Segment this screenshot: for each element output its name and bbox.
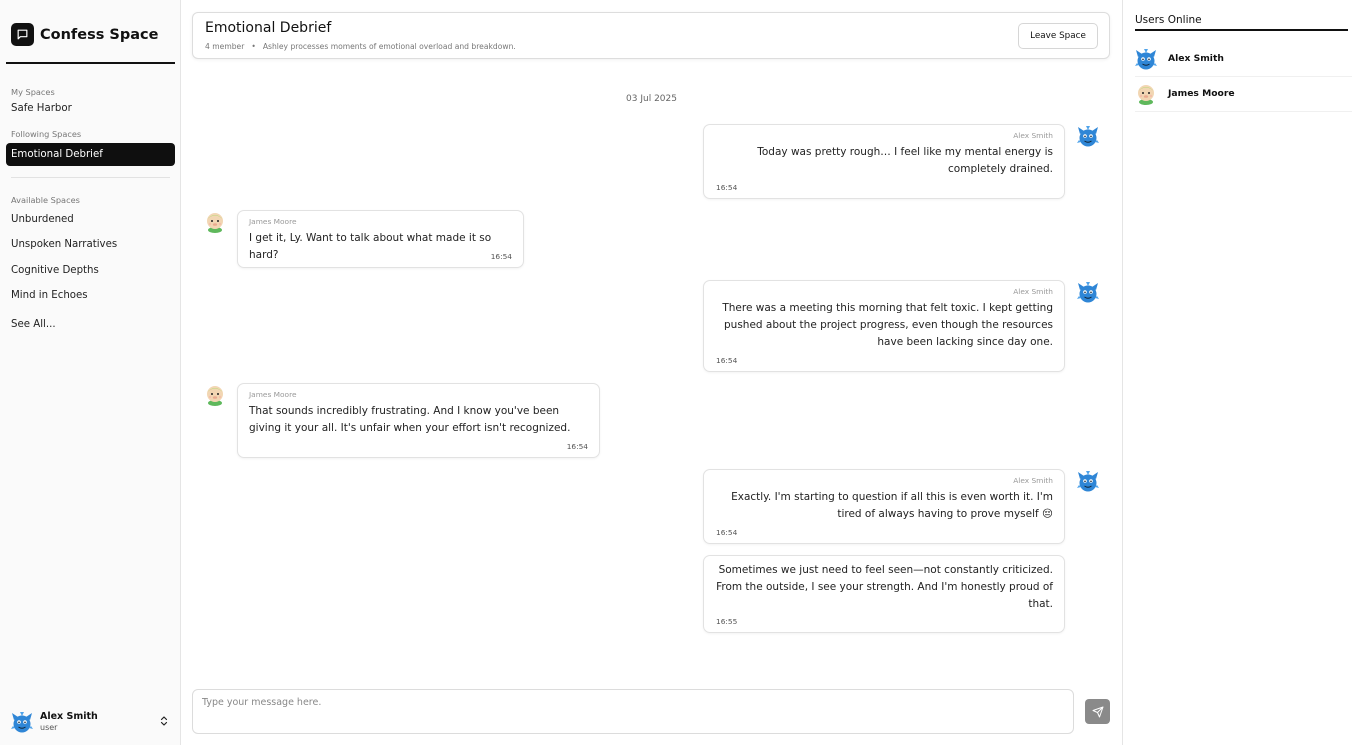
available-spaces-label: Available Spaces xyxy=(11,195,80,205)
message-sender: James Moore xyxy=(249,390,297,399)
avatar xyxy=(1077,125,1099,147)
sidebar: Confess Space My Spaces Safe Harbor Foll… xyxy=(0,0,181,745)
message-text: There was a meeting this morning that fe… xyxy=(722,302,1053,348)
brand[interactable]: Confess Space xyxy=(11,23,158,46)
message-text: That sounds incredibly frustrating. And … xyxy=(249,405,571,434)
current-user-switcher[interactable]: Alex Smith user xyxy=(11,708,171,736)
message-bubble: Alex Smith Exactly. I'm starting to ques… xyxy=(703,469,1065,544)
message-bubble: James Moore That sounds incredibly frust… xyxy=(237,383,600,458)
message-time: 16:55 xyxy=(716,617,738,626)
date-separator: 03 Jul 2025 xyxy=(626,94,677,104)
online-user-item[interactable]: James Moore xyxy=(1135,76,1352,112)
space-meta: 4 member • Ashley processes moments of emo… xyxy=(205,42,516,51)
member-count: 4 member xyxy=(205,42,245,51)
avatar xyxy=(1077,470,1099,492)
online-user-item[interactable]: Alex Smith xyxy=(1135,41,1352,77)
sidebar-item-mind-in-echoes[interactable]: Mind in Echoes xyxy=(11,290,88,301)
message-time: 16:54 xyxy=(716,528,738,537)
message-time: 16:54 xyxy=(716,183,738,192)
send-icon xyxy=(1092,706,1103,717)
leave-space-button[interactable]: Leave Space xyxy=(1018,23,1098,49)
following-spaces-label: Following Spaces xyxy=(11,129,82,139)
message-sender: James Moore xyxy=(249,217,297,226)
message-bubble: Alex Smith There was a meeting this morn… xyxy=(703,280,1065,372)
online-user-name: Alex Smith xyxy=(1168,53,1224,64)
sidebar-item-emotional-debrief[interactable]: Emotional Debrief xyxy=(6,143,175,166)
sidebar-item-unspoken-narratives[interactable]: Unspoken Narratives xyxy=(11,239,117,250)
avatar xyxy=(204,211,226,233)
users-online-title: Users Online xyxy=(1135,14,1202,26)
meta-separator: • xyxy=(251,42,256,51)
message-bubble: Sometimes we just need to feel seen—not … xyxy=(703,555,1065,633)
users-online-panel: Users Online Alex Smith James Moore xyxy=(1122,0,1358,745)
message-sender: Alex Smith xyxy=(1013,131,1053,140)
message-sender: Alex Smith xyxy=(1013,287,1053,296)
chat-main: Emotional Debrief 4 member • Ashley proces… xyxy=(181,0,1122,745)
sidebar-item-unburdened[interactable]: Unburdened xyxy=(11,214,74,225)
current-user-name: Alex Smith xyxy=(40,710,98,722)
avatar xyxy=(204,384,226,406)
message-time: 16:54 xyxy=(716,356,738,365)
online-user-name: James Moore xyxy=(1168,88,1235,99)
send-button[interactable] xyxy=(1085,699,1110,724)
message-text: Today was pretty rough… I feel like my m… xyxy=(757,146,1053,175)
avatar xyxy=(1135,48,1157,70)
message-text: Sometimes we just need to feel seen—not … xyxy=(716,564,1053,610)
message-text: Exactly. I'm starting to question if all… xyxy=(731,491,1053,520)
space-description: Ashley processes moments of emotional ov… xyxy=(262,42,516,51)
chevron-up-down-icon xyxy=(160,716,168,726)
message-input[interactable] xyxy=(192,689,1074,734)
message-bubble: Alex Smith Today was pretty rough… I fee… xyxy=(703,124,1065,199)
avatar xyxy=(11,711,33,733)
chat-bubble-icon xyxy=(11,23,34,46)
message-bubble: James Moore I get it, Ly. Want to talk a… xyxy=(237,210,524,268)
current-user-role: user xyxy=(40,723,58,733)
avatar xyxy=(1135,83,1157,105)
message-text: I get it, Ly. Want to talk about what ma… xyxy=(249,232,492,261)
brand-title: Confess Space xyxy=(40,26,159,43)
message-time: 16:54 xyxy=(566,442,588,451)
users-online-divider xyxy=(1135,29,1348,31)
sidebar-divider xyxy=(11,177,170,178)
avatar xyxy=(1077,281,1099,303)
page-title: Emotional Debrief xyxy=(205,20,332,36)
sidebar-item-safe-harbor[interactable]: Safe Harbor xyxy=(11,103,72,114)
my-spaces-label: My Spaces xyxy=(11,87,55,97)
message-sender: Alex Smith xyxy=(1013,476,1053,485)
sidebar-item-cognitive-depths[interactable]: Cognitive Depths xyxy=(11,265,99,276)
message-time: 16:54 xyxy=(490,252,512,261)
space-header: Emotional Debrief 4 member • Ashley proces… xyxy=(192,12,1110,59)
brand-divider xyxy=(6,62,175,64)
see-all-link[interactable]: See All... xyxy=(11,319,56,330)
